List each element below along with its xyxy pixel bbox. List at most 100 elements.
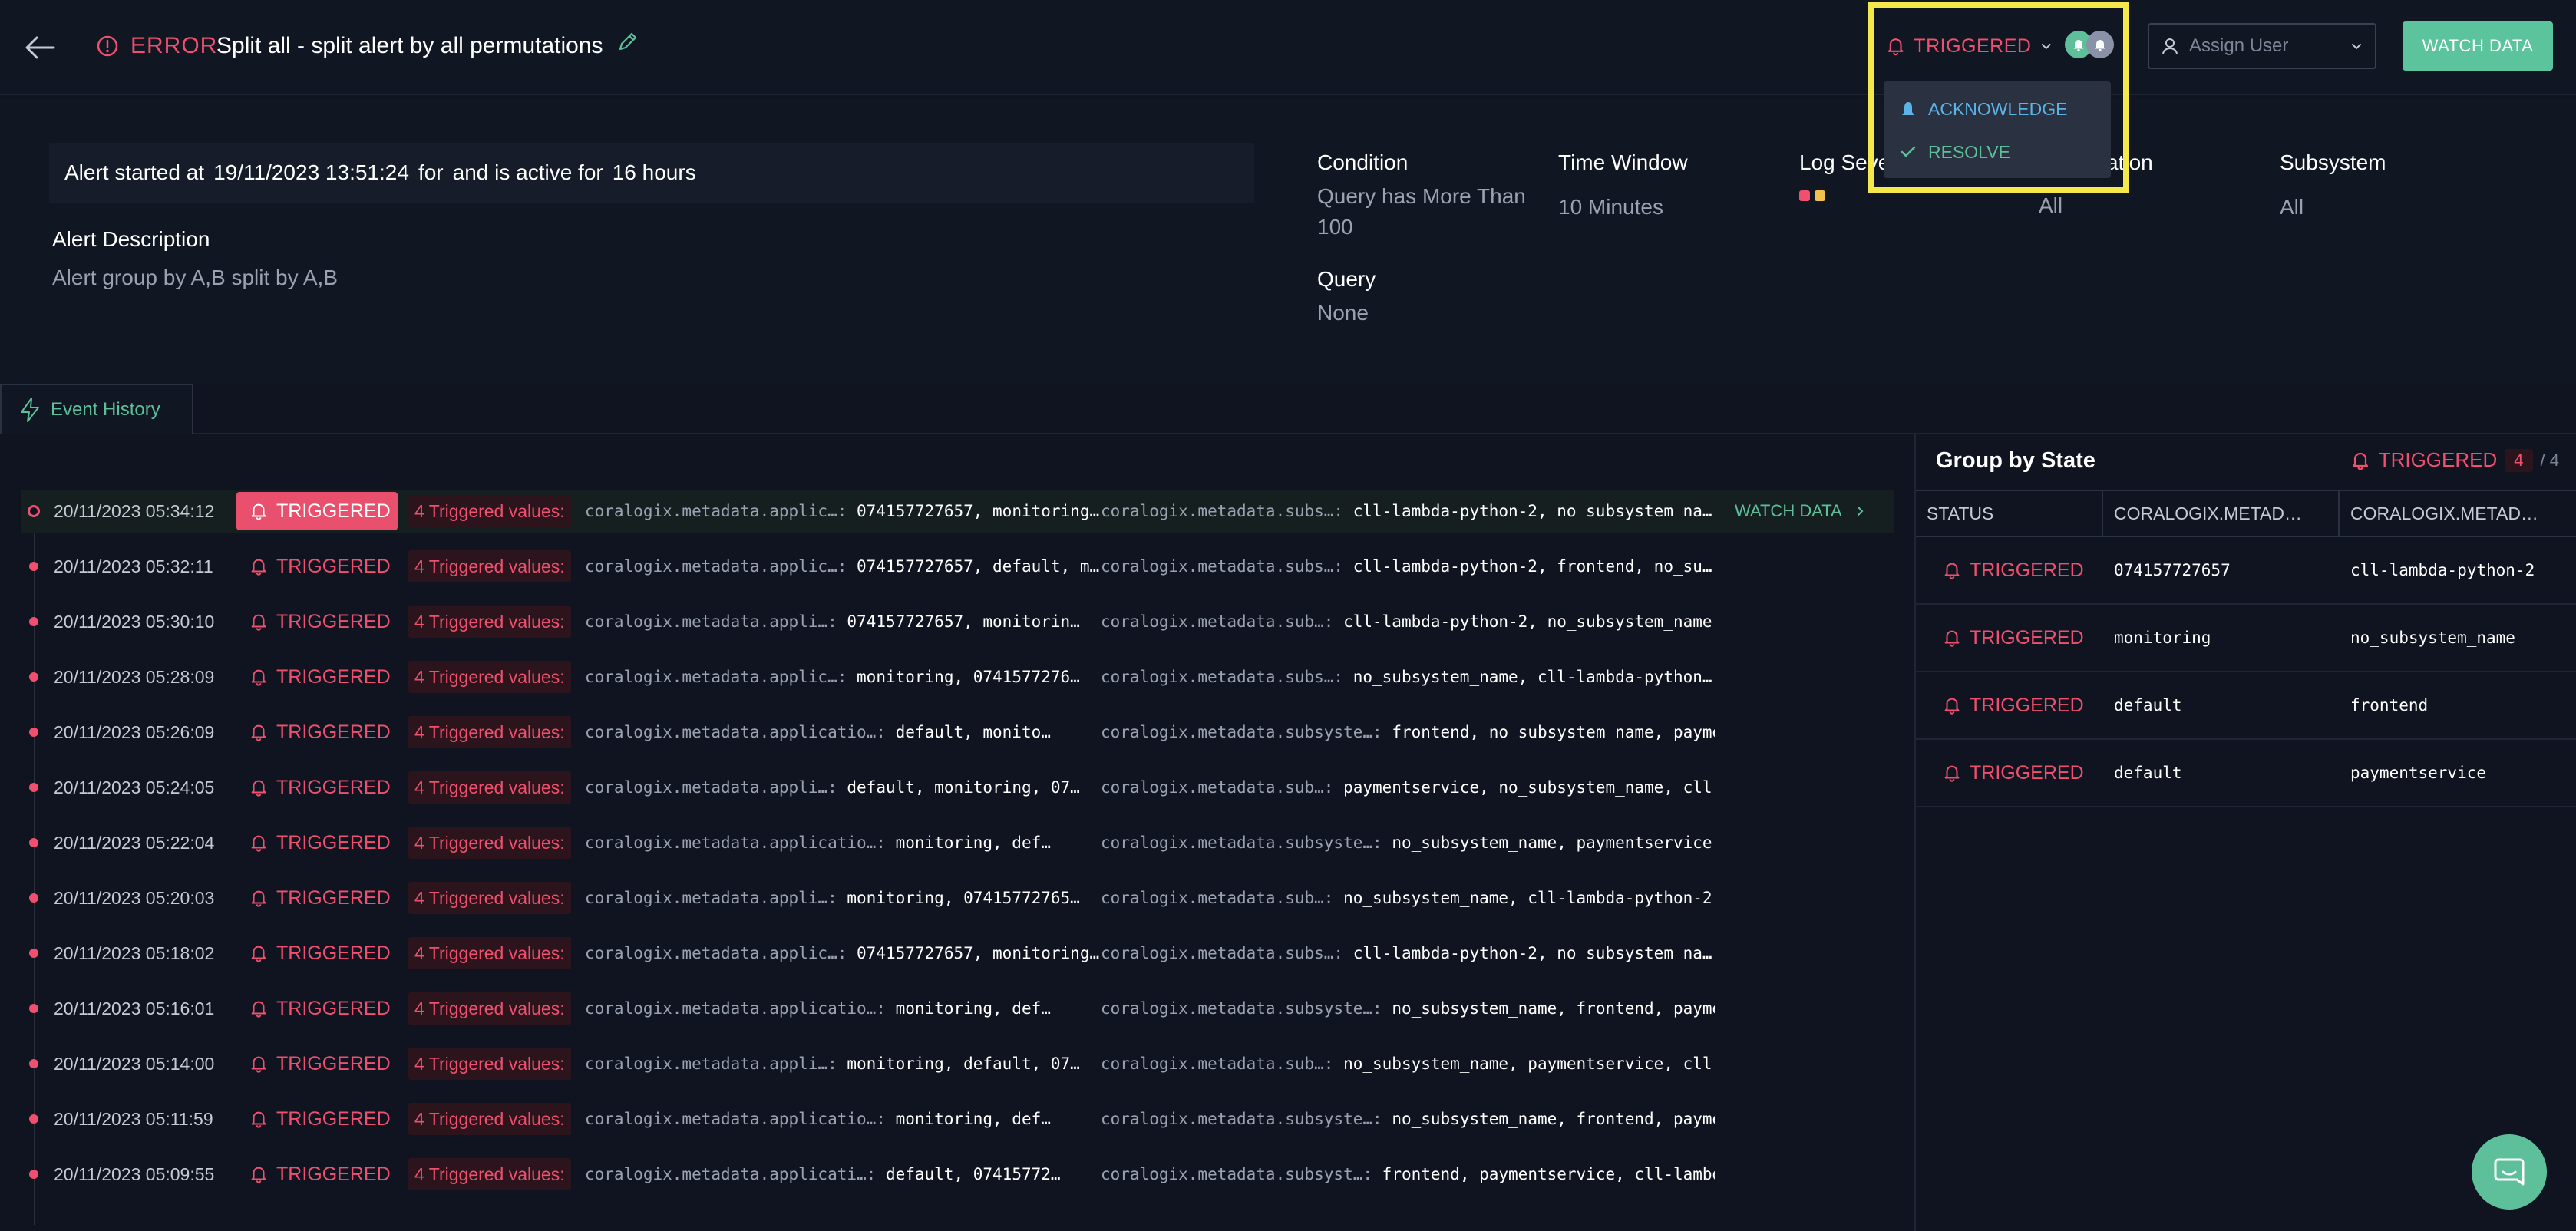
bell-icon	[251, 1167, 266, 1183]
event-row[interactable]: 20/11/2023 05:32:11 TRIGGERED 4 Triggered …	[21, 545, 1894, 588]
event-row[interactable]: 20/11/2023 05:14:00 TRIGGERED 4 Triggered …	[21, 1042, 1894, 1085]
application-values: coralogix.metadata.applicatio…: monitori…	[585, 999, 1107, 1018]
application-key: coralogix.metadata.appli…:	[585, 612, 837, 631]
tab-event-history[interactable]: Event History	[0, 384, 193, 434]
started-prefix: Alert started at	[64, 160, 205, 184]
event-row[interactable]: 20/11/2023 05:09:55 TRIGGERED 4 Triggered …	[21, 1153, 1894, 1196]
condition-block: Condition Query has More Than 100 Query …	[1317, 147, 1540, 328]
event-row[interactable]: 20/11/2023 05:16:01 TRIGGERED 4 Triggered …	[21, 987, 1894, 1030]
triggered-values-count: 4 Triggered values:	[408, 992, 571, 1025]
timeline-marker	[29, 617, 38, 626]
row-status-label: TRIGGERED	[1970, 694, 2084, 716]
back-arrow-icon[interactable]	[21, 29, 58, 66]
triggered-badge: TRIGGERED	[236, 658, 398, 696]
subsystem-value: no_subsystem_name, paymentservice, cll-…	[1343, 1054, 1715, 1073]
timeline-marker	[29, 562, 38, 571]
subsystem-key: coralogix.metadata.subs…:	[1101, 668, 1344, 686]
application-value: 074157727657, monitoring…	[857, 502, 1100, 520]
table-row[interactable]: TRIGGERED default paymentservice	[1916, 740, 2576, 807]
subsystem-values: coralogix.metadata.subsyste…: no_subsyst…	[1101, 1110, 1715, 1128]
status-indicators[interactable]	[2065, 31, 2114, 58]
table-header: STATUS CORALOGIX.METAD… CORALOGIX.METAD…	[1916, 490, 2576, 537]
tab-bar: Event History	[0, 384, 2576, 434]
triggered-badge: TRIGGERED	[236, 879, 398, 917]
event-row[interactable]: 20/11/2023 05:11:59 TRIGGERED 4 Triggered …	[21, 1097, 1894, 1140]
check-icon	[1901, 146, 1916, 157]
event-row[interactable]: 20/11/2023 05:20:03 TRIGGERED 4 Triggered …	[21, 876, 1894, 919]
application-value: monitoring, default, 07…	[847, 1054, 1080, 1073]
edit-pencil-icon[interactable]	[616, 29, 640, 54]
triggered-badge: TRIGGERED	[236, 989, 398, 1028]
event-timestamp: 20/11/2023 05:28:09	[54, 666, 215, 687]
table-row[interactable]: TRIGGERED 074157727657 cll-lambda-python-2	[1916, 537, 2576, 605]
resolve-label: RESOLVE	[1928, 141, 2010, 162]
triggered-label: TRIGGERED	[276, 610, 391, 632]
active-label: and is active for	[452, 160, 603, 184]
triggered-badge: TRIGGERED	[236, 768, 398, 807]
triggered-badge: TRIGGERED	[236, 1100, 398, 1138]
severity-label: ERROR	[130, 33, 218, 58]
timeline-marker	[29, 1114, 38, 1124]
timeline-marker	[29, 672, 38, 682]
chevron-down-icon	[2042, 44, 2052, 50]
row-application: monitoring	[2114, 629, 2211, 647]
event-row[interactable]: 20/11/2023 05:18:02 TRIGGERED 4 Triggered …	[21, 932, 1894, 975]
event-timestamp: 20/11/2023 05:22:04	[54, 832, 215, 853]
event-row[interactable]: 20/11/2023 05:28:09 TRIGGERED 4 Triggered …	[21, 655, 1894, 698]
bell-icon	[251, 946, 266, 962]
event-row[interactable]: 20/11/2023 05:34:12 TRIGGERED 4 Triggered …	[21, 490, 1894, 533]
row-watch-data-label: WATCH DATA	[1735, 501, 1842, 520]
application-value: monitoring, 07415772765…	[847, 889, 1080, 907]
started-at: 19/11/2023 13:51:24	[213, 160, 409, 184]
event-timestamp: 20/11/2023 05:24:05	[54, 777, 215, 797]
column-header-status[interactable]: STATUS	[1916, 491, 2103, 536]
triggered-values-count: 4 Triggered values:	[408, 716, 571, 748]
query-title: Query	[1317, 267, 1376, 291]
chat-support-button[interactable]	[2472, 1134, 2547, 1210]
triggered-label: TRIGGERED	[276, 942, 391, 964]
acknowledge-menu-item[interactable]: ACKNOWLEDGE	[1884, 87, 2111, 130]
triggered-values-count: 4 Triggered values:	[408, 1103, 571, 1135]
table-row[interactable]: TRIGGERED default frontend	[1916, 672, 2576, 740]
application-value: default, monito…	[895, 723, 1051, 741]
assign-user-select[interactable]: Assign User	[2148, 23, 2376, 69]
resolve-menu-item[interactable]: RESOLVE	[1884, 130, 2111, 173]
application-values: coralogix.metadata.applic…: monitoring, …	[585, 668, 1107, 686]
event-row[interactable]: 20/11/2023 05:22:04 TRIGGERED 4 Triggered …	[21, 821, 1894, 864]
triggered-values-count: 4 Triggered values:	[408, 937, 571, 969]
triggered-badge: TRIGGERED	[236, 1045, 398, 1083]
triggered-values-count: 4 Triggered values:	[408, 827, 571, 859]
subsystem-key: coralogix.metadata.sub…:	[1101, 1054, 1334, 1073]
timeline-marker	[29, 1170, 38, 1179]
row-application: default	[2114, 696, 2182, 715]
column-header-application[interactable]: CORALOGIX.METAD…	[2103, 491, 2340, 536]
subsystem-title: Subsystem	[2280, 150, 2386, 174]
triggered-values-count: 4 Triggered values:	[408, 1048, 571, 1080]
application-values: coralogix.metadata.applicatio…: monitori…	[585, 1110, 1107, 1128]
event-timestamp: 20/11/2023 05:14:00	[54, 1053, 215, 1074]
triggered-label: TRIGGERED	[276, 886, 391, 909]
subsystem-values: coralogix.metadata.subsyste…: no_subsyst…	[1101, 833, 1715, 852]
application-key: coralogix.metadata.applicatio…:	[585, 723, 886, 741]
application-values: coralogix.metadata.applic…: 074157727657…	[585, 502, 1107, 520]
event-row[interactable]: 20/11/2023 05:30:10 TRIGGERED 4 Triggered …	[21, 600, 1894, 643]
bell-icon	[251, 1001, 266, 1018]
time-window-title: Time Window	[1558, 150, 1688, 174]
row-watch-data-link[interactable]: WATCH DATA	[1735, 501, 1867, 521]
bell-icon	[251, 1056, 266, 1073]
subsystem-key: coralogix.metadata.subsyste…:	[1101, 833, 1382, 852]
event-row[interactable]: 20/11/2023 05:26:09 TRIGGERED 4 Triggered …	[21, 711, 1894, 754]
subsystem-values: coralogix.metadata.sub…: cll-lambda-pyth…	[1101, 612, 1715, 631]
table-row[interactable]: TRIGGERED monitoring no_subsystem_name	[1916, 605, 2576, 672]
triggered-label: TRIGGERED	[276, 721, 391, 743]
status-dropdown[interactable]: TRIGGERED	[1885, 28, 2054, 64]
column-header-subsystem[interactable]: CORALOGIX.METAD…	[2340, 491, 2576, 536]
row-status-label: TRIGGERED	[1970, 761, 2084, 784]
event-row[interactable]: 20/11/2023 05:24:05 TRIGGERED 4 Triggered …	[21, 766, 1894, 809]
subsystem-values: coralogix.metadata.subs…: cll-lambda-pyt…	[1101, 502, 1715, 520]
watch-data-button[interactable]: WATCH DATA	[2403, 21, 2553, 71]
event-timestamp: 20/11/2023 05:26:09	[54, 721, 215, 742]
subsystem-value: cll-lambda-python-2, no_subsystem_na…	[1352, 502, 1712, 520]
application-key: coralogix.metadata.applicatio…:	[585, 833, 886, 852]
assign-user-placeholder: Assign User	[2189, 35, 2289, 56]
